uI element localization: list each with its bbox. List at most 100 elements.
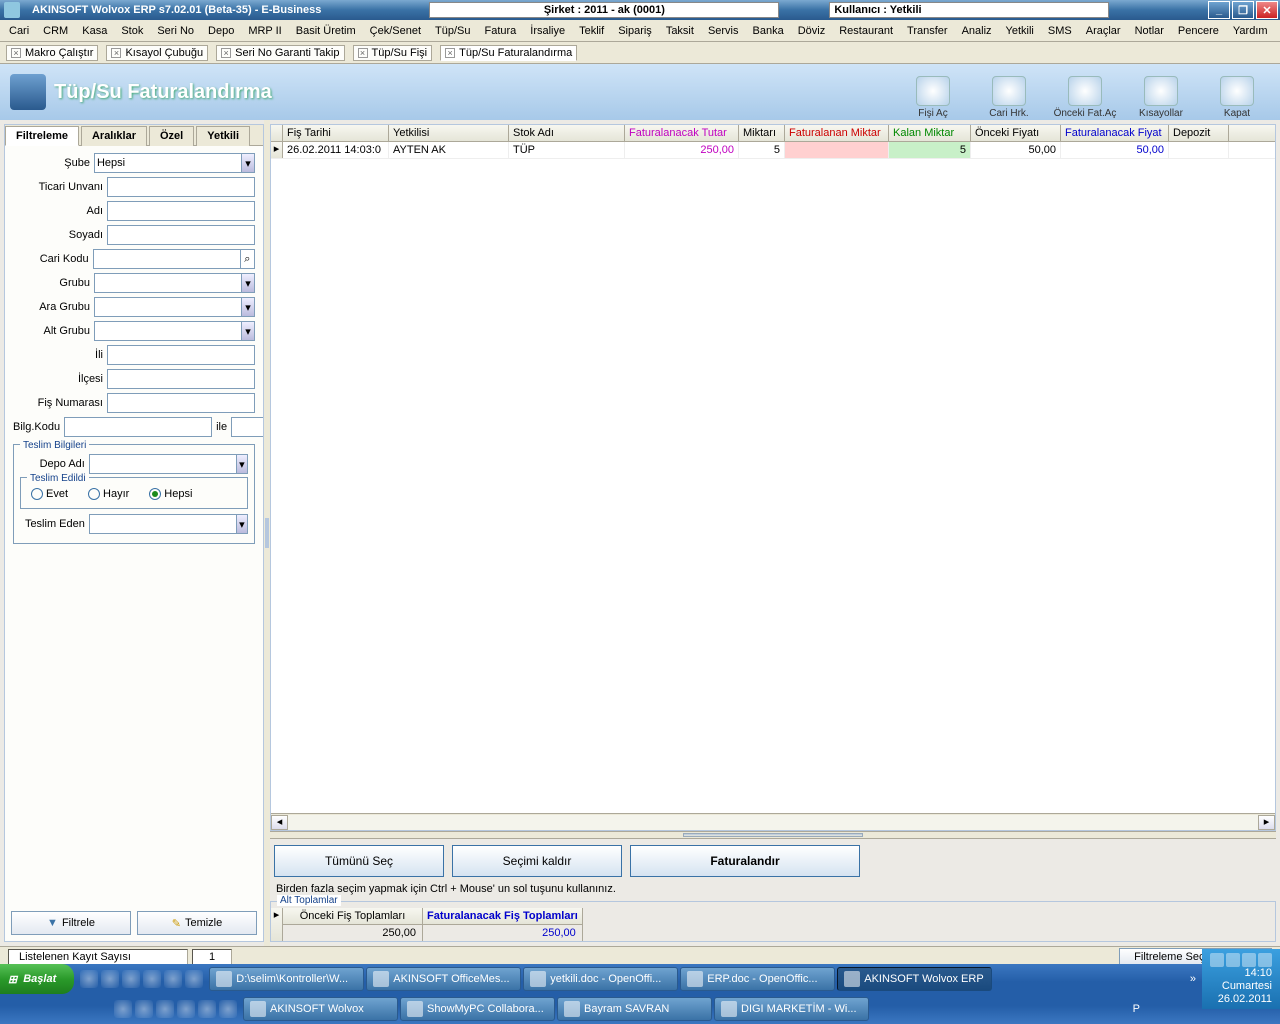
cari-kodu-input[interactable] <box>93 249 241 269</box>
menu-basitretim[interactable]: Basit Üretim <box>289 23 363 39</box>
col-stok-adi[interactable]: Stok Adı <box>509 125 625 141</box>
app-icon[interactable] <box>135 1000 153 1018</box>
grid-body[interactable]: ▸26.02.2011 14:03:0AYTEN AKTÜP250,005550… <box>271 142 1275 813</box>
filtrele-button[interactable]: ▼Filtrele <box>11 911 131 935</box>
faturalandir-button[interactable]: Faturalandır <box>630 845 860 877</box>
depo-adi-dd-icon[interactable]: ▾ <box>237 454 248 474</box>
toolbar-carihrk-button[interactable]: Cari Hrk. <box>976 65 1042 119</box>
alt-grubu-select[interactable] <box>94 321 242 341</box>
cari-kodu-lookup-icon[interactable]: ⌕ <box>241 249 255 269</box>
language-indicator[interactable]: P <box>1133 1003 1140 1015</box>
menu-teklif[interactable]: Teklif <box>572 23 611 39</box>
grubu-dd-icon[interactable]: ▾ <box>242 273 255 293</box>
menu-mrpii[interactable]: MRP II <box>241 23 288 39</box>
adi-input[interactable] <box>107 201 255 221</box>
sube-select[interactable] <box>94 153 242 173</box>
taskbar-app-button[interactable]: yetkili.doc - OpenOffi... <box>523 967 678 991</box>
menu-stok[interactable]: Stok <box>114 23 150 39</box>
alt-grubu-dd-icon[interactable]: ▾ <box>242 321 255 341</box>
ilcesi-input[interactable] <box>107 369 255 389</box>
menu-servis[interactable]: Servis <box>701 23 746 39</box>
col-depozit[interactable]: Depozit <box>1169 125 1229 141</box>
taskbar-overflow-icon[interactable]: » <box>1190 973 1196 985</box>
taskbar-app-button[interactable]: AKINSOFT Wolvox ERP <box>837 967 992 991</box>
filter-tab-filtreleme[interactable]: Filtreleme <box>5 126 79 146</box>
menu-crm[interactable]: CRM <box>36 23 75 39</box>
menu-fatura[interactable]: Fatura <box>477 23 523 39</box>
menu-notlar[interactable]: Notlar <box>1128 23 1171 39</box>
sube-dropdown-icon[interactable]: ▾ <box>242 153 255 173</box>
filter-tab-özel[interactable]: Özel <box>149 126 194 146</box>
firefox-icon[interactable] <box>122 970 140 988</box>
col-fis-tarihi[interactable]: Fiş Tarihi <box>283 125 389 141</box>
taskbar-app-button[interactable]: D:\selim\Kontroller\W... <box>209 967 364 991</box>
ticari-unvani-input[interactable] <box>107 177 255 197</box>
app-icon[interactable] <box>156 1000 174 1018</box>
col-faturalanan-miktar[interactable]: Faturalanan Miktar <box>785 125 889 141</box>
secimi-kaldir-button[interactable]: Seçimi kaldır <box>452 845 622 877</box>
teslim-eden-select[interactable] <box>89 514 237 534</box>
menu-tpsu[interactable]: Tüp/Su <box>428 23 477 39</box>
close-button[interactable]: ✕ <box>1256 1 1278 19</box>
depo-adi-select[interactable] <box>89 454 237 474</box>
toolbar-kapat-button[interactable]: Kapat <box>1204 65 1270 119</box>
taskbar-app-button[interactable]: ShowMyPC Collabora... <box>400 997 555 1021</box>
teslim-eden-dd-icon[interactable]: ▾ <box>237 514 248 534</box>
horizontal-scrollbar[interactable]: ◂ ▸ <box>271 813 1275 830</box>
minimize-button[interactable]: _ <box>1208 1 1230 19</box>
tray-icon[interactable] <box>1242 953 1256 967</box>
menu-transfer[interactable]: Transfer <box>900 23 955 39</box>
app-icon[interactable] <box>219 1000 237 1018</box>
menu-eksenet[interactable]: Çek/Senet <box>363 23 428 39</box>
doc-tab[interactable]: ×Kısayol Çubuğu <box>106 45 208 61</box>
app-icon[interactable] <box>164 970 182 988</box>
app-icon[interactable] <box>177 1000 195 1018</box>
desktop-icon[interactable] <box>101 970 119 988</box>
horizontal-splitter[interactable] <box>270 831 1276 839</box>
table-row[interactable]: ▸26.02.2011 14:03:0AYTEN AKTÜP250,005550… <box>271 142 1275 159</box>
toolbar-ncekifata-button[interactable]: Önceki Fat.Aç <box>1052 65 1118 119</box>
tumunu-sec-button[interactable]: Tümünü Seç <box>274 845 444 877</box>
tab-close-icon[interactable]: × <box>11 48 21 58</box>
col-faturalanacak-fiyat[interactable]: Faturalanacak Fiyat <box>1061 125 1169 141</box>
doc-tab[interactable]: ×Makro Çalıştır <box>6 45 98 61</box>
tab-close-icon[interactable]: × <box>445 48 455 58</box>
filter-tab-yetkili[interactable]: Yetkili <box>196 126 250 146</box>
tray-icon[interactable] <box>1258 953 1272 967</box>
ili-input[interactable] <box>107 345 255 365</box>
app-icon[interactable] <box>143 970 161 988</box>
tray-icon[interactable] <box>1210 953 1224 967</box>
user-indicator[interactable]: Kullanıcı : Yetkili <box>829 2 1109 18</box>
filter-tab-aralıklar[interactable]: Aralıklar <box>81 126 147 146</box>
ara-grubu-select[interactable] <box>94 297 242 317</box>
grubu-select[interactable] <box>94 273 242 293</box>
menu-restaurant[interactable]: Restaurant <box>832 23 900 39</box>
scroll-right-icon[interactable]: ▸ <box>1258 815 1275 830</box>
scroll-left-icon[interactable]: ◂ <box>271 815 288 830</box>
app-icon[interactable] <box>114 1000 132 1018</box>
soyadi-input[interactable] <box>107 225 255 245</box>
col-yetkilisi[interactable]: Yetkilisi <box>389 125 509 141</box>
radio-hepsi[interactable]: Hepsi <box>149 488 192 500</box>
menu-aralar[interactable]: Araçlar <box>1079 23 1128 39</box>
taskbar-app-button[interactable]: Bayram SAVRAN <box>557 997 712 1021</box>
menu-taksit[interactable]: Taksit <box>659 23 701 39</box>
doc-tab[interactable]: ×Tüp/Su Faturalandırma <box>440 45 577 61</box>
scroll-track[interactable] <box>288 815 1258 830</box>
bilg-kodu-to[interactable] <box>231 417 263 437</box>
menu-banka[interactable]: Banka <box>746 23 791 39</box>
doc-tab[interactable]: ×Seri No Garanti Takip <box>216 45 344 61</box>
menu-sipari[interactable]: Sipariş <box>611 23 659 39</box>
menu-depo[interactable]: Depo <box>201 23 241 39</box>
toolbar-fiia-button[interactable]: Fişi Aç <box>900 65 966 119</box>
fis-numarasi-input[interactable] <box>107 393 255 413</box>
menu-sms[interactable]: SMS <box>1041 23 1079 39</box>
temizle-button[interactable]: ✎Temizle <box>137 911 257 935</box>
doc-tab[interactable]: ×Tüp/Su Fişi <box>353 45 433 61</box>
menu-serino[interactable]: Seri No <box>150 23 201 39</box>
menu-kasa[interactable]: Kasa <box>75 23 114 39</box>
menu-cari[interactable]: Cari <box>2 23 36 39</box>
radio-hayir[interactable]: Hayır <box>88 488 129 500</box>
menu-dviz[interactable]: Döviz <box>791 23 833 39</box>
col-kalan-miktar[interactable]: Kalan Miktar <box>889 125 971 141</box>
